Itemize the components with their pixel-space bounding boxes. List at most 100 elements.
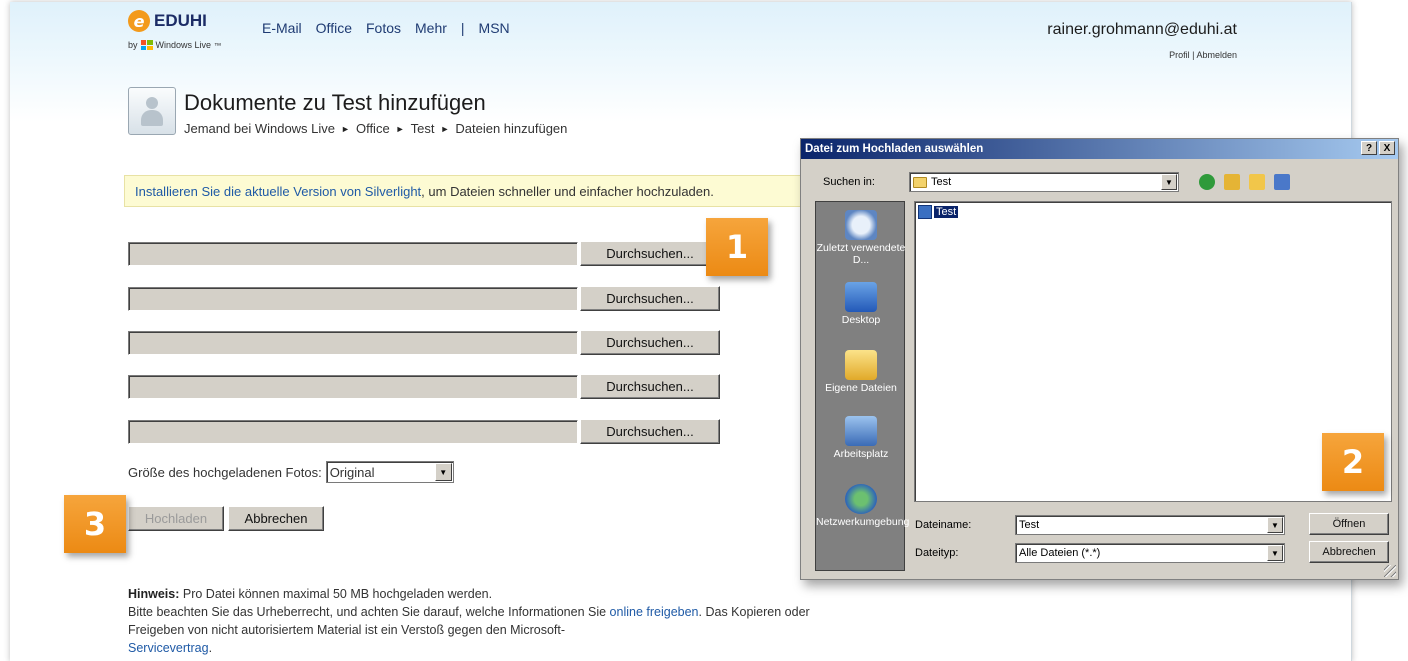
- browse-button[interactable]: Durchsuchen...: [580, 419, 720, 444]
- dialog-cancel-button[interactable]: Abbrechen: [1309, 541, 1389, 563]
- look-in-value: Test: [931, 176, 952, 188]
- browse-button[interactable]: Durchsuchen...: [580, 241, 720, 266]
- filename-field[interactable]: Test ▼: [1015, 515, 1285, 535]
- resize-grip-icon[interactable]: [1384, 565, 1396, 577]
- place-my-documents-label: Eigene Dateien: [825, 382, 897, 394]
- online-share-link[interactable]: online freigeben: [610, 605, 699, 619]
- upload-button[interactable]: Hochladen: [128, 506, 224, 531]
- place-my-computer[interactable]: Arbeitsplatz: [816, 416, 906, 460]
- file-path-input[interactable]: [128, 374, 578, 399]
- silverlight-install-link[interactable]: Installieren Sie die aktuelle Version vo…: [135, 184, 421, 199]
- new-folder-icon[interactable]: [1249, 174, 1265, 190]
- service-agreement-link[interactable]: Servicevertrag: [128, 641, 209, 655]
- windows-flag-icon: [140, 40, 153, 50]
- document-icon: [918, 205, 932, 219]
- open-button[interactable]: Öffnen: [1309, 513, 1389, 535]
- by-prefix: by: [128, 40, 138, 50]
- file-path-input[interactable]: [128, 241, 578, 266]
- cancel-button[interactable]: Abbrechen: [228, 506, 324, 531]
- silverlight-notice-text: , um Dateien schneller und einfacher hoc…: [421, 183, 714, 199]
- nav-office[interactable]: Office: [316, 20, 352, 36]
- look-in-select[interactable]: Test ▼: [909, 172, 1179, 192]
- place-my-documents[interactable]: Eigene Dateien: [816, 350, 906, 394]
- up-folder-icon[interactable]: [1224, 174, 1240, 190]
- breadcrumb-item-home[interactable]: Jemand bei Windows Live: [184, 121, 335, 136]
- list-item[interactable]: Test: [918, 205, 959, 219]
- chevron-down-icon[interactable]: ▼: [1267, 545, 1283, 561]
- dialog-title: Datei zum Hochladen auswählen: [805, 143, 984, 155]
- nav-fotos[interactable]: Fotos: [366, 20, 401, 36]
- recent-documents-icon: [845, 210, 877, 240]
- eduhi-logo-icon: e: [128, 10, 150, 32]
- nav-email[interactable]: E-Mail: [262, 20, 302, 36]
- place-network[interactable]: Netzwerkumgebung: [816, 484, 909, 528]
- photo-size-value: Original: [329, 464, 375, 480]
- profile-link[interactable]: Profil: [1169, 50, 1190, 60]
- hint-line2: Bitte beachten Sie das Urheberrecht, und…: [128, 605, 610, 619]
- file-row: Durchsuchen...: [128, 241, 720, 266]
- browse-button[interactable]: Durchsuchen...: [580, 330, 720, 355]
- eduhi-logo[interactable]: e EDUHI: [128, 10, 207, 32]
- breadcrumb-item-office[interactable]: Office: [356, 121, 390, 136]
- brand-name: EDUHI: [154, 11, 207, 30]
- file-path-input[interactable]: [128, 286, 578, 311]
- user-links-separator: |: [1192, 50, 1195, 60]
- file-row: Durchsuchen...: [128, 374, 720, 399]
- file-path-input[interactable]: [128, 419, 578, 444]
- chevron-down-icon[interactable]: ▼: [1161, 174, 1177, 190]
- filetype-row: Dateityp: Alle Dateien (*.*) ▼: [915, 543, 1285, 563]
- breadcrumb-arrow-icon: ►: [440, 123, 450, 134]
- nav-divider: |: [460, 20, 465, 36]
- file-list[interactable]: Test: [914, 201, 1392, 502]
- filetype-value: Alle Dateien (*.*): [1019, 547, 1101, 559]
- filename-label: Dateiname:: [915, 519, 972, 531]
- file-open-dialog: Datei zum Hochladen auswählen ? X Suchen…: [800, 138, 1399, 580]
- photo-size-select[interactable]: Original ▼: [325, 461, 454, 483]
- breadcrumb-arrow-icon: ►: [341, 123, 350, 134]
- windows-live-label: by Windows Live ™: [128, 40, 222, 50]
- chevron-down-icon[interactable]: ▼: [1267, 517, 1283, 533]
- browse-button[interactable]: Durchsuchen...: [580, 286, 720, 311]
- look-in-label: Suchen in:: [823, 176, 875, 188]
- file-row: Durchsuchen...: [128, 286, 720, 311]
- action-buttons: Hochladen Abbrechen: [128, 506, 324, 531]
- close-button[interactable]: X: [1379, 141, 1395, 155]
- nav-mehr[interactable]: Mehr: [415, 20, 447, 36]
- filename-value: Test: [1019, 519, 1040, 531]
- place-recent-label: Zuletzt verwendete D...: [816, 242, 906, 266]
- my-computer-icon: [845, 416, 877, 446]
- breadcrumb-item-test[interactable]: Test: [411, 121, 435, 136]
- back-icon[interactable]: [1199, 174, 1215, 190]
- view-menu-icon[interactable]: [1274, 174, 1290, 190]
- dialog-toolbar: [1199, 174, 1290, 190]
- place-desktop-label: Desktop: [841, 314, 881, 326]
- file-item-name: Test: [934, 206, 959, 218]
- photo-size-row: Größe des hochgeladenen Fotos: Original …: [128, 461, 454, 483]
- nav-msn[interactable]: MSN: [479, 20, 510, 36]
- help-button[interactable]: ?: [1361, 141, 1377, 155]
- user-email[interactable]: rainer.grohmann@eduhi.at: [1047, 21, 1237, 39]
- file-row: Durchsuchen...: [128, 330, 720, 355]
- place-recent[interactable]: Zuletzt verwendete D...: [816, 210, 906, 266]
- person-icon: [139, 95, 165, 127]
- chevron-down-icon[interactable]: ▼: [434, 463, 452, 481]
- file-path-input[interactable]: [128, 330, 578, 355]
- browse-button[interactable]: Durchsuchen...: [580, 374, 720, 399]
- dialog-title-bar[interactable]: Datei zum Hochladen auswählen ? X: [801, 139, 1398, 159]
- hint-text: Hinweis: Pro Datei können maximal 50 MB …: [128, 585, 848, 657]
- filetype-select[interactable]: Alle Dateien (*.*) ▼: [1015, 543, 1285, 563]
- filename-row: Dateiname: Test ▼: [915, 515, 1285, 535]
- logout-link[interactable]: Abmelden: [1196, 50, 1237, 60]
- step-badge-3: 3: [64, 495, 126, 553]
- step-badge-1: 1: [706, 218, 768, 276]
- hint-line3-end: .: [208, 641, 213, 655]
- step-badge-2: 2: [1322, 433, 1384, 491]
- silverlight-notice: Installieren Sie die aktuelle Version vo…: [124, 175, 814, 207]
- page-title: Dokumente zu Test hinzufügen: [184, 90, 486, 115]
- hint-label: Hinweis:: [128, 587, 180, 601]
- desktop-icon: [845, 282, 877, 312]
- top-navigation: E-Mail Office Fotos Mehr | MSN: [262, 20, 510, 36]
- place-desktop[interactable]: Desktop: [816, 282, 906, 326]
- photo-size-label: Größe des hochgeladenen Fotos:: [128, 464, 322, 480]
- avatar: [128, 87, 176, 135]
